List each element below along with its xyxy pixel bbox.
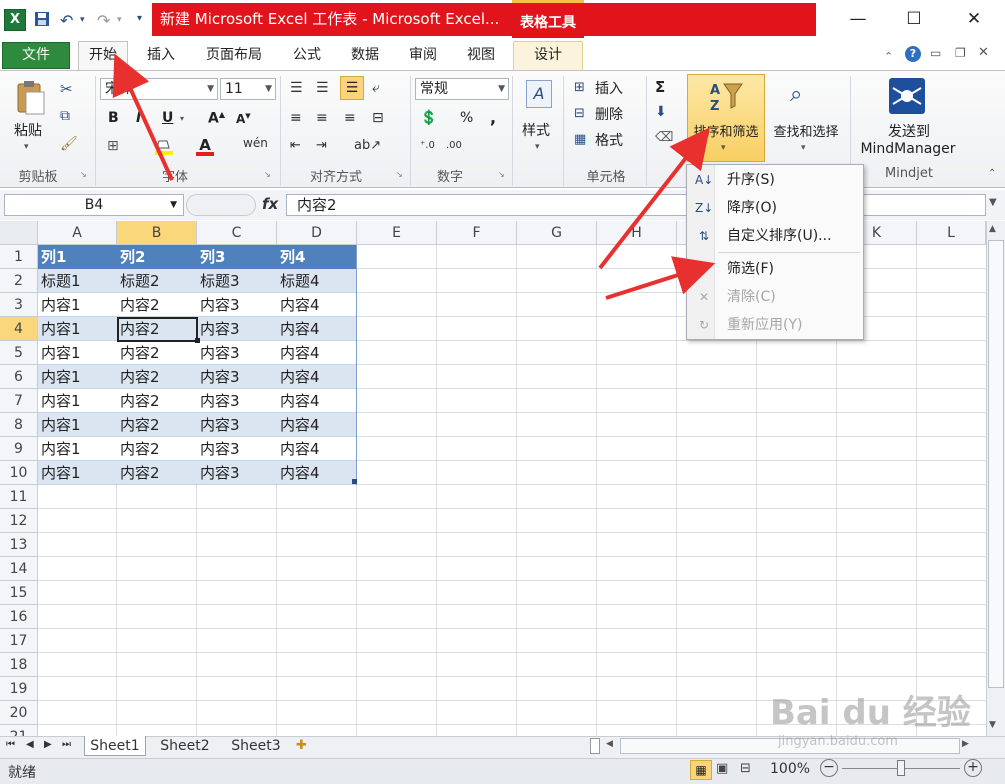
annotation-arrows bbox=[112, 53, 716, 300]
arrow-to-sort-filter bbox=[598, 127, 710, 270]
arrow-to-home-tab bbox=[112, 53, 174, 181]
arrow-to-filter-item bbox=[605, 256, 716, 300]
